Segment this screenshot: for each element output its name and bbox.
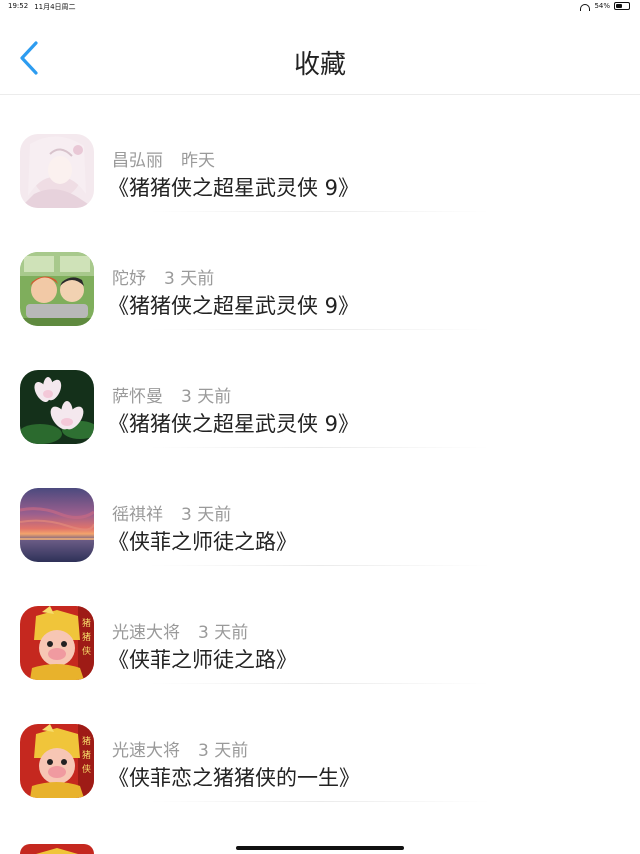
divider [150, 801, 490, 802]
user-name: 徭祺祥 [112, 505, 163, 525]
svg-text:猪: 猪 [82, 631, 91, 643]
avatar-pig-hero: 猪 猪 侠 [20, 724, 94, 798]
user-name: 光速大将 [112, 623, 180, 643]
list-item[interactable]: 萨怀曼 3 天前 《猪猪侠之超星武灵侠 9》 [0, 330, 640, 448]
svg-text:猪: 猪 [82, 735, 91, 747]
timestamp: 3 天前 [198, 741, 249, 761]
svg-text:猪: 猪 [82, 617, 91, 629]
wifi-icon [580, 3, 591, 11]
list-item[interactable]: 陀妤 3 天前 《猪猪侠之超星武灵侠 9》 [0, 212, 640, 330]
user-name: 萨怀曼 [112, 387, 163, 407]
battery-percent: 54% [594, 2, 610, 10]
work-title: 《侠菲之师徒之路》 [108, 530, 297, 554]
status-date: 11月4日周二 [34, 3, 76, 11]
work-title: 《侠菲恋之猪猪侠的一生》 [108, 766, 360, 790]
work-title: 《猪猪侠之超星武灵侠 9》 [108, 294, 360, 318]
svg-text:猪: 猪 [82, 749, 91, 761]
work-title: 《猪猪侠之超星武灵侠 9》 [108, 412, 360, 436]
avatar-anime-girl [20, 134, 94, 208]
navigation-bar: 收藏 [0, 14, 640, 95]
avatar-pig-hero-partial [20, 844, 94, 854]
timestamp: 3 天前 [181, 505, 232, 525]
svg-text:侠: 侠 [82, 763, 91, 775]
status-time: 19:52 [8, 2, 29, 10]
work-title: 《猪猪侠之超星武灵侠 9》 [108, 176, 360, 200]
list-item[interactable]: 徭祺祥 3 天前 《侠菲之师徒之路》 [0, 448, 640, 566]
battery-icon [614, 2, 630, 10]
timestamp: 昨天 [181, 151, 215, 171]
user-name: 光速大将 [112, 741, 180, 761]
user-name: 昌弘丽 [112, 151, 163, 171]
battery-fill [616, 4, 622, 8]
user-name: 陀妤 [112, 269, 146, 289]
avatar-sunset [20, 488, 94, 562]
page-title: 收藏 [293, 50, 346, 80]
avatar-anime-kids [20, 252, 94, 326]
avatar-pig-hero: 猪 猪 侠 [20, 606, 94, 680]
home-indicator[interactable] [236, 846, 404, 850]
list-item[interactable]: 昌弘丽 昨天 《猪猪侠之超星武灵侠 9》 [0, 94, 640, 212]
avatar-lotus [20, 370, 94, 444]
svg-text:侠: 侠 [82, 645, 91, 657]
status-bar: 19:52 11月4日周二 54% [0, 0, 640, 14]
timestamp: 3 天前 [181, 387, 232, 407]
list-item[interactable]: 猪 猪 侠 光速大将 3 天前 《侠菲之师徒之路》 [0, 566, 640, 684]
timestamp: 3 天前 [164, 269, 215, 289]
work-title: 《侠菲之师徒之路》 [108, 648, 297, 672]
list-item[interactable]: 猪 猪 侠 光速大将 3 天前 《侠菲恋之猪猪侠的一生》 [0, 684, 640, 802]
timestamp: 3 天前 [198, 623, 249, 643]
